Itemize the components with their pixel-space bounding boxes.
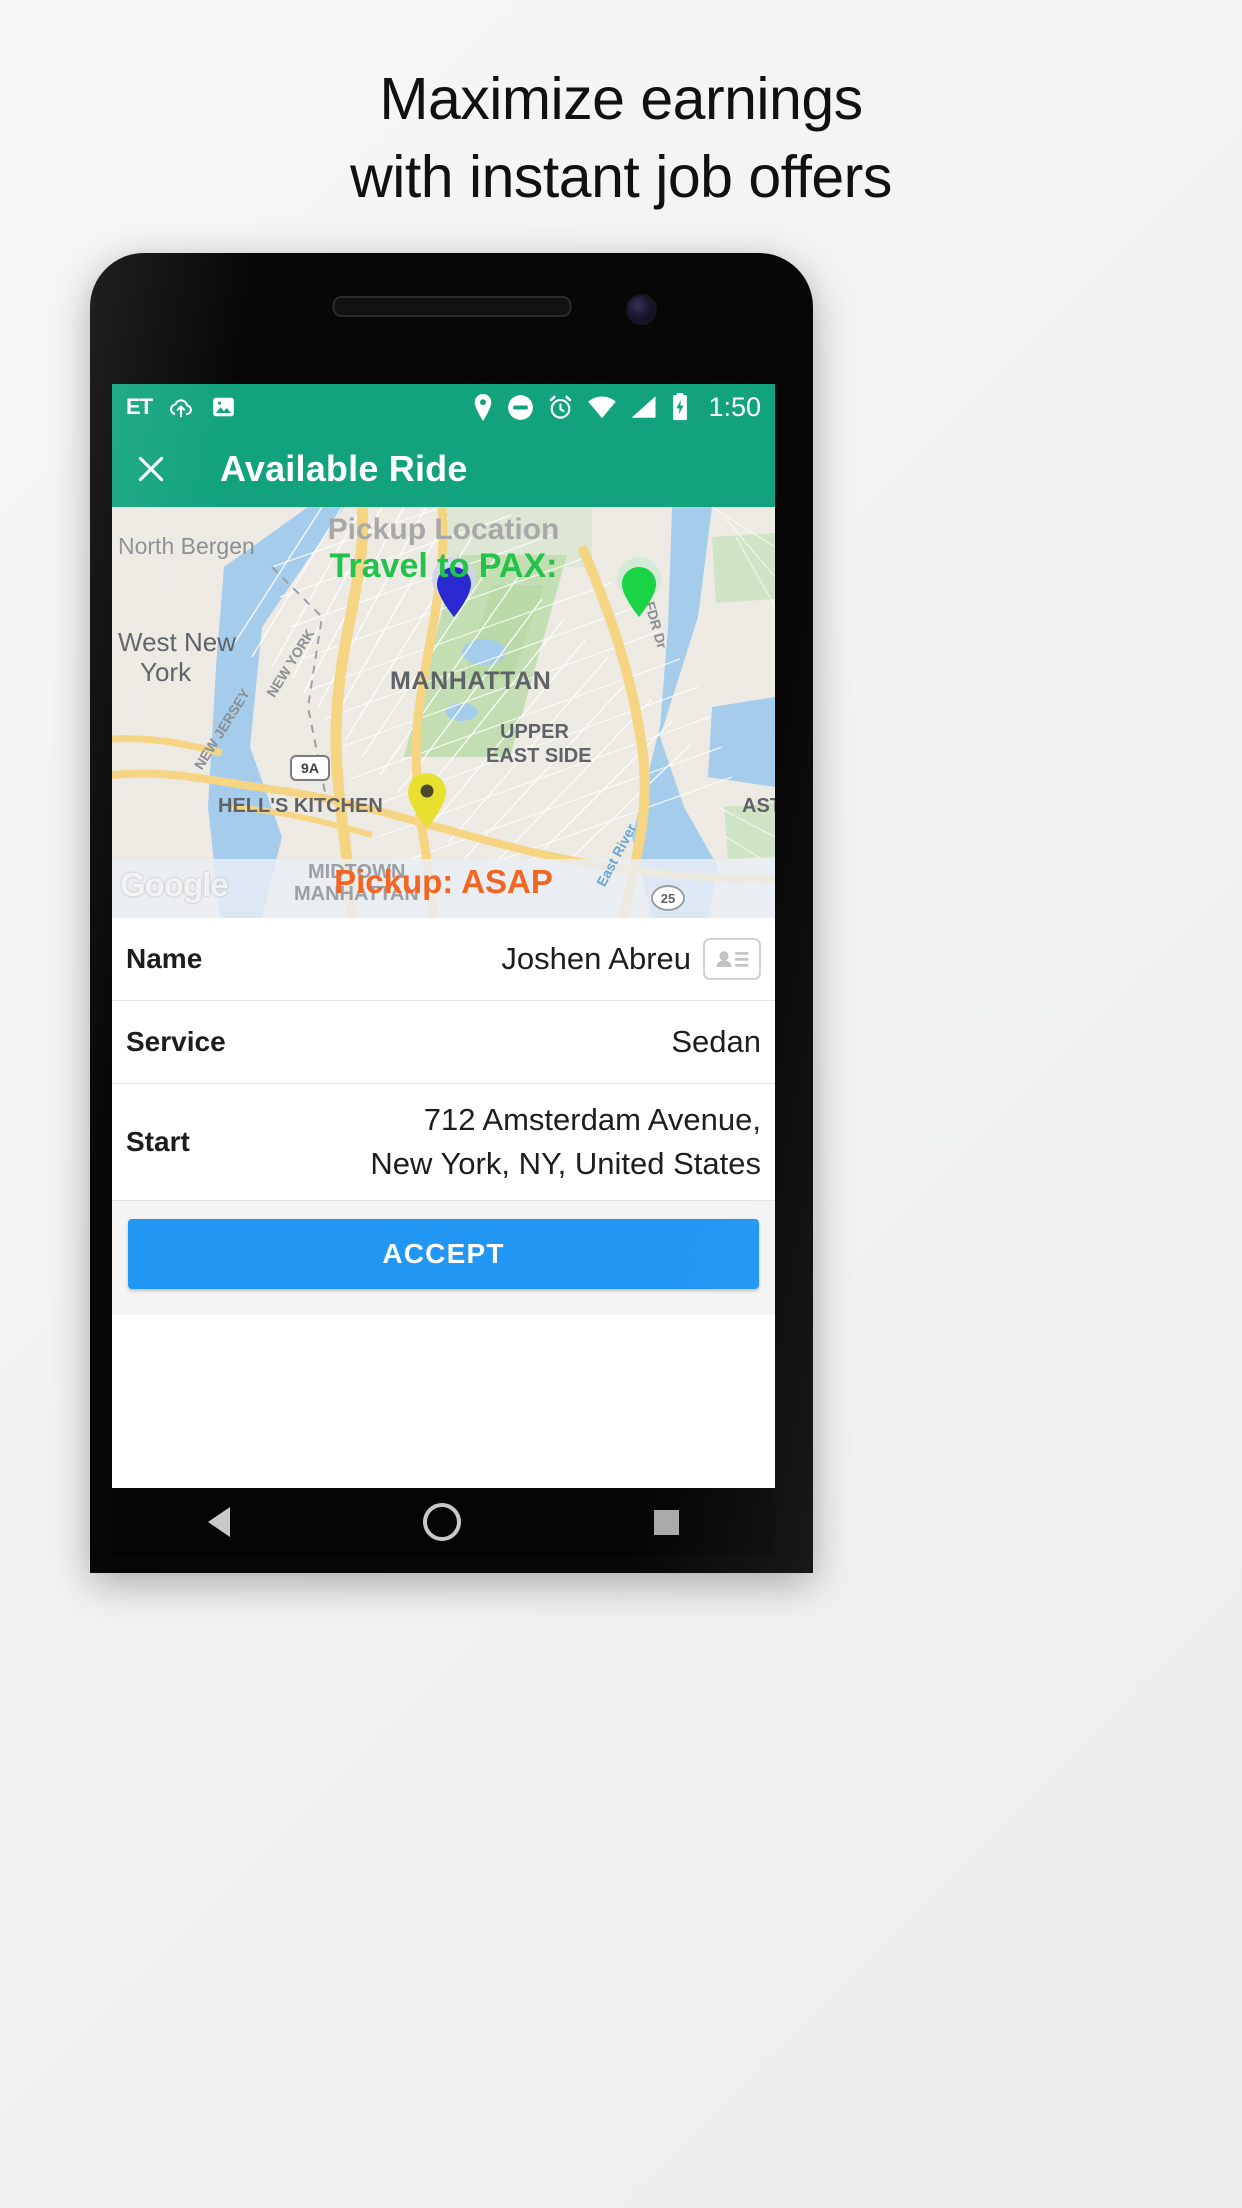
map-view[interactable]: North Bergen West New York MANHATTAN UPP… xyxy=(112,507,775,918)
status-bar-left-icons: ET xyxy=(126,394,237,420)
do-not-disturb-icon xyxy=(508,394,534,420)
detail-label-name: Name xyxy=(126,943,203,974)
accept-button-container: ACCEPT xyxy=(112,1201,775,1315)
ride-details-list: Name Joshen Abreu Service Sedan Start 71… xyxy=(112,918,775,1201)
detail-value-service: Sedan xyxy=(671,1024,761,1059)
alarm-icon xyxy=(550,395,572,419)
battery-charging-icon xyxy=(673,393,688,421)
app-bar-title: Available Ride xyxy=(220,447,468,489)
close-icon xyxy=(138,456,164,481)
accept-button[interactable]: ACCEPT xyxy=(128,1219,759,1289)
detail-value-start: 712 Amsterdam Avenue, New York, NY, Unit… xyxy=(370,1102,761,1181)
app-bar: Available Ride xyxy=(112,430,775,507)
table-row[interactable]: Name Joshen Abreu xyxy=(112,918,775,1001)
svg-text:25: 25 xyxy=(661,891,675,906)
home-icon[interactable] xyxy=(422,1503,461,1541)
detail-value-group: Joshen Abreu xyxy=(485,923,761,995)
detail-value-name: Joshen Abreu xyxy=(501,941,691,976)
table-row[interactable]: Service Sedan xyxy=(112,1001,775,1084)
cloud-upload-icon xyxy=(170,399,193,418)
location-icon xyxy=(475,393,492,421)
headline-line-2: with instant job offers xyxy=(350,144,892,210)
contact-card-icon[interactable] xyxy=(703,938,761,980)
front-camera xyxy=(626,294,657,325)
android-nav-bar xyxy=(112,1488,775,1556)
status-bar-right-icons: 1:50 xyxy=(472,392,761,423)
google-watermark: Google xyxy=(120,866,229,903)
recents-icon[interactable] xyxy=(653,1509,679,1535)
table-row[interactable]: Start 712 Amsterdam Avenue, New York, NY… xyxy=(112,1084,775,1201)
detail-label-start: Start xyxy=(126,1126,190,1157)
phone-screen: ET 1:50 Available Ride North Bergen West… xyxy=(112,384,775,1488)
earpiece-speaker xyxy=(332,296,571,317)
back-icon[interactable] xyxy=(208,1507,231,1537)
status-bar-clock: 1:50 xyxy=(708,391,761,422)
detail-label-service: Service xyxy=(126,1026,226,1057)
page-title: Maximize earnings with instant job offer… xyxy=(0,60,1242,216)
et-text-icon: ET xyxy=(126,394,153,419)
headline-line-1: Maximize earnings xyxy=(379,66,863,132)
cell-signal-icon xyxy=(631,396,656,418)
phone-mockup: ET 1:50 Available Ride North Bergen West… xyxy=(90,253,813,1573)
close-button[interactable] xyxy=(130,448,172,490)
svg-text:9A: 9A xyxy=(301,760,319,776)
status-bar: ET 1:50 xyxy=(112,384,775,430)
wifi-icon xyxy=(588,396,617,419)
image-icon xyxy=(213,397,234,417)
